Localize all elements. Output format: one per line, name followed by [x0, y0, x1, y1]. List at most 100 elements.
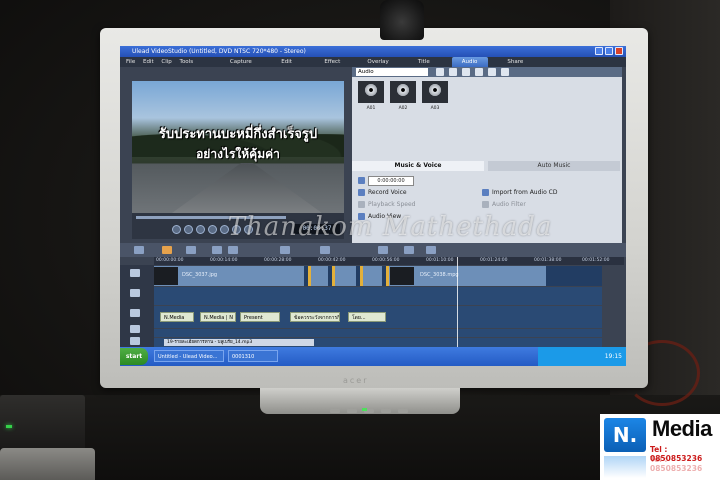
audio-library: A01 A02 A03: [358, 81, 454, 111]
video-track-icon[interactable]: [130, 269, 140, 277]
ruler-tick: 00:00:00:00: [156, 258, 184, 263]
step-overlay[interactable]: Overlay: [360, 57, 396, 67]
video-clip[interactable]: [332, 266, 356, 286]
menu-edit[interactable]: Edit: [143, 57, 154, 67]
timeline-view-icon[interactable]: [162, 246, 172, 254]
video-clip[interactable]: [360, 266, 382, 286]
eye-icon[interactable]: [475, 68, 483, 76]
title-clip[interactable]: N.Media: [160, 312, 194, 322]
storyboard-view-icon[interactable]: [134, 246, 144, 254]
clip-edge: [386, 266, 389, 286]
audio-clip-label: A02: [398, 106, 408, 111]
menu-bar: File Edit Clip Tools Capture Edit Effect…: [120, 57, 626, 67]
desk-speaker: [0, 395, 85, 450]
library-view-icon[interactable]: [462, 68, 470, 76]
ruler-tick: 00:01:38:00: [534, 258, 562, 263]
video-clip[interactable]: DSC_3037.jpg: [154, 266, 304, 286]
title-clip[interactable]: Present: [240, 312, 280, 322]
tab-auto-music[interactable]: Auto Music: [488, 161, 620, 171]
cd-icon: [482, 189, 489, 196]
folder-icon[interactable]: [436, 68, 444, 76]
clip-thumbnail: [390, 267, 414, 285]
overlay-track-icon[interactable]: [130, 289, 140, 297]
zoom-out-icon[interactable]: [280, 246, 290, 254]
library-category-select[interactable]: Audio: [356, 68, 428, 76]
track-manager-icon[interactable]: [378, 246, 388, 254]
system-tray: 19:15: [538, 347, 626, 366]
playback-speed-button[interactable]: Playback Speed: [368, 201, 416, 208]
logo-word: Media: [652, 416, 712, 441]
disc-icon: [396, 83, 410, 97]
record-voice-button[interactable]: Record Voice: [368, 189, 407, 196]
step-audio[interactable]: Audio: [451, 57, 488, 67]
maximize-icon[interactable]: [605, 47, 613, 55]
zoom-in-icon[interactable]: [320, 246, 330, 254]
sort-icon[interactable]: [488, 68, 496, 76]
video-clip[interactable]: DSC_3038.mpg: [386, 266, 546, 286]
subtitle-line-2: อย่างไรให้คุ้มค่า: [196, 147, 280, 161]
start-button[interactable]: start: [120, 348, 148, 365]
filter-icon: [482, 201, 489, 208]
step-capture[interactable]: Capture: [223, 57, 259, 67]
timeline-ruler: 00:00:00:00 00:00:14:00 00:00:28:00 00:0…: [154, 257, 624, 265]
taskbar-item[interactable]: 0001310: [228, 350, 278, 362]
title-track-icon[interactable]: [130, 309, 140, 317]
step-share[interactable]: Share: [497, 57, 533, 67]
options-icon[interactable]: [501, 68, 509, 76]
ruler-tick: 00:00:42:00: [318, 258, 346, 263]
music-track: 19-รายละเอียดการทาน - บลูเบร์ย_14.mp3: [154, 338, 602, 347]
desk-paper: [0, 448, 95, 480]
step-effect[interactable]: Effect: [314, 57, 350, 67]
close-icon[interactable]: [615, 47, 623, 55]
audio-clip[interactable]: A03: [422, 81, 448, 111]
redo-icon[interactable]: [228, 246, 238, 254]
menu-file[interactable]: File: [126, 57, 135, 67]
ruler-tick: 00:01:24:00: [480, 258, 508, 263]
taskbar-item[interactable]: Untitled - Ulead Video...: [154, 350, 224, 362]
monitor-buttons: [330, 398, 415, 417]
window-title: Ulead VideoStudio (Untitled, DVD NTSC 72…: [132, 48, 306, 55]
undo-icon[interactable]: [212, 246, 222, 254]
clip-thumbnail: [154, 267, 178, 285]
title-clip[interactable]: ข้อควรระวังจากการกิน: [290, 312, 340, 322]
marker-icon[interactable]: [426, 246, 436, 254]
audio-view-toolbar-icon[interactable]: [186, 246, 196, 254]
title-clip[interactable]: โดย...: [348, 312, 386, 322]
chapter-icon[interactable]: [404, 246, 414, 254]
step-edit[interactable]: Edit: [269, 57, 305, 67]
track-headers: [120, 265, 154, 347]
preview-road: [172, 163, 322, 213]
clip-edge: [332, 266, 335, 286]
clock[interactable]: 19:15: [605, 353, 622, 360]
timeline-playhead[interactable]: [457, 257, 458, 347]
ruler-tick: 00:01:10:00: [426, 258, 454, 263]
minimize-icon[interactable]: [595, 47, 603, 55]
clip-name: DSC_3037.jpg: [182, 272, 218, 278]
preview-window: รับประทานบะหมี่กึ่งสำเร็จรูป อย่างไรให้ค…: [132, 81, 344, 213]
audio-clip-label: A01: [366, 106, 376, 111]
duration-field[interactable]: 0:00:00:00: [368, 175, 414, 186]
audio-clip[interactable]: A01: [358, 81, 384, 111]
title-clip[interactable]: N.Media | N: [200, 312, 236, 322]
library-header: Audio: [352, 67, 622, 77]
video-clip[interactable]: [308, 266, 328, 286]
step-title[interactable]: Title: [406, 57, 442, 67]
clip-edge: [308, 266, 311, 286]
audio-tabs: Music & Voice Auto Music: [352, 161, 622, 171]
audio-filter-button[interactable]: Audio Filter: [492, 201, 526, 208]
tab-music-voice[interactable]: Music & Voice: [352, 161, 484, 171]
music-clip[interactable]: 19-รายละเอียดการทาน - บลูเบร์ย_14.mp3: [164, 339, 314, 346]
menu-tools[interactable]: Tools: [180, 57, 194, 67]
logo-reflection: [604, 456, 646, 478]
import-icon[interactable]: [449, 68, 457, 76]
windows-taskbar: start Untitled - Ulead Video... 0001310 …: [120, 347, 626, 366]
ruler-tick: 00:00:28:00: [264, 258, 292, 263]
music-track-icon[interactable]: [130, 337, 140, 345]
video-track: DSC_3037.jpg DSC_3038.mpg: [154, 266, 602, 286]
ruler-tick: 00:01:52:00: [582, 258, 610, 263]
import-cd-button[interactable]: Import from Audio CD: [492, 189, 557, 196]
audio-clip[interactable]: A02: [390, 81, 416, 111]
voice-track-icon[interactable]: [130, 325, 140, 333]
menu-clip[interactable]: Clip: [161, 57, 171, 67]
disc-icon: [364, 83, 378, 97]
